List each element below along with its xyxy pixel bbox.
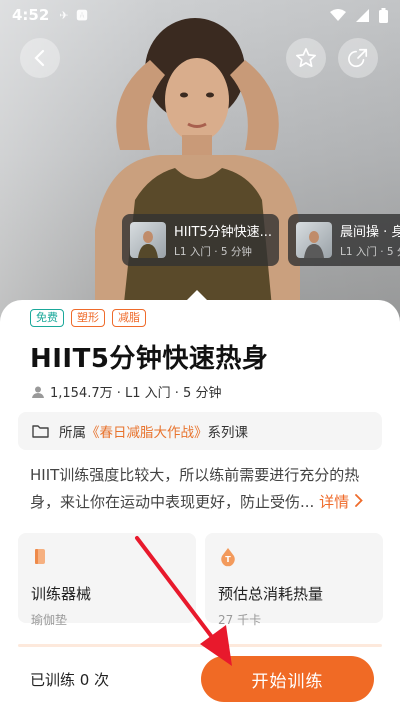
- progress-divider: [18, 644, 382, 647]
- course-title: HIIT5分钟快速热身: [30, 344, 269, 374]
- battery-icon: [379, 7, 388, 23]
- trained-count: 已训练 0 次: [30, 671, 110, 689]
- equipment-box: 训练器械 瑜伽垫: [18, 533, 196, 627]
- wifi-icon: [330, 9, 346, 21]
- start-training-button[interactable]: 开始训练: [201, 656, 374, 702]
- course-thumbnail: [130, 222, 166, 258]
- course-meta: 1,154.7万 · L1 入门 · 5 分钟: [32, 382, 221, 401]
- course-thumbnail: [296, 222, 332, 258]
- description-text: HIIT训练强度比较大，所以练前需要进行充分的热身，来让你在运动中表现更好，防止…: [30, 466, 360, 511]
- related-course-sub: L1 入门 · 5 分钟: [340, 246, 400, 258]
- chevron-right-icon: [354, 494, 363, 507]
- course-description: HIIT训练强度比较大，所以练前需要进行充分的热身，来让你在运动中表现更好，防止…: [30, 462, 380, 516]
- folder-icon: [32, 425, 49, 438]
- series-suffix: 系列课: [207, 425, 249, 441]
- sheet-pointer: [185, 290, 209, 302]
- related-course-card-2[interactable]: 晨间操 · 身 L1 入门 · 5 分钟: [288, 214, 400, 266]
- series-name: 《春日减脂大作战》: [86, 425, 208, 441]
- tag-fat-loss: 减脂: [112, 309, 146, 327]
- course-meta-text: 1,154.7万 · L1 入门 · 5 分钟: [50, 386, 222, 401]
- details-link[interactable]: 详情: [319, 493, 363, 511]
- related-course-sub: L1 入门 · 5 分钟: [174, 246, 252, 258]
- related-course-title: 晨间操 · 身: [340, 225, 400, 240]
- favorite-button[interactable]: [286, 38, 326, 78]
- share-button[interactable]: [338, 38, 378, 78]
- star-icon: [296, 48, 316, 68]
- signal-app-icon: ✈: [59, 8, 69, 22]
- back-icon: [34, 49, 45, 67]
- share-icon: [348, 48, 368, 68]
- a-notification-icon: 🅰: [76, 9, 88, 22]
- series-link[interactable]: 所属 《春日减脂大作战》 系列课: [18, 412, 382, 450]
- tag-free: 免费: [30, 309, 64, 327]
- back-button[interactable]: [20, 38, 60, 78]
- tag-list: 免费 塑形 减脂: [30, 309, 146, 327]
- related-course-card-1[interactable]: HIIT5分钟快速... L1 入门 · 5 分钟: [122, 214, 279, 266]
- related-course-title: HIIT5分钟快速...: [174, 225, 273, 240]
- cell-signal-icon: [356, 8, 369, 22]
- calories-label: 预估总消耗热量: [218, 585, 324, 603]
- calories-value: 27 千卡: [218, 613, 262, 627]
- calories-icon: T: [221, 548, 235, 567]
- status-time: 4:52: [12, 6, 50, 24]
- tag-shaping: 塑形: [71, 309, 105, 327]
- user-icon: [32, 386, 44, 398]
- yoga-mat-icon: [35, 549, 45, 564]
- equipment-label: 训练器械: [31, 585, 92, 603]
- status-bar: 4:52 ✈ 🅰: [0, 0, 400, 30]
- equipment-value: 瑜伽垫: [31, 613, 68, 627]
- svg-text:T: T: [225, 555, 231, 564]
- details-label: 详情: [319, 493, 350, 511]
- series-prefix: 所属: [59, 425, 86, 441]
- calories-box: T 预估总消耗热量 27 千卡: [205, 533, 383, 627]
